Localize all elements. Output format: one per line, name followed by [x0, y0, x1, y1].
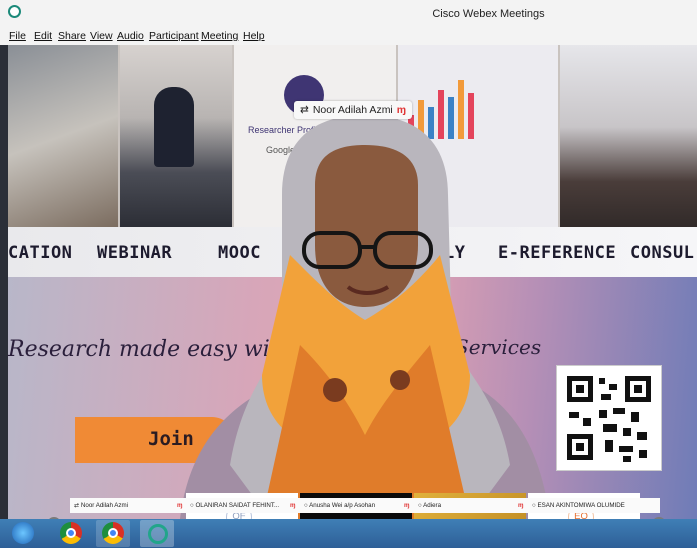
participant-name: Adiera [423, 502, 442, 509]
taskbar-item-webex[interactable] [140, 520, 174, 547]
menu-share[interactable]: Share [58, 30, 86, 42]
participant-name-label: ○ Anusha Wei a/p Asohan [304, 502, 376, 509]
menu-bar: File Edit Share View Audio Participant M… [0, 26, 697, 45]
start-button-icon[interactable] [12, 522, 34, 544]
sharing-icon: ⇄ [300, 104, 309, 116]
presenter-name-tag: ⇄ Noor Adilah Azmi ɱ [294, 101, 413, 119]
participant-name-label: ○ OLANIRAN SAIDAT FEHINT... [190, 502, 280, 509]
chrome-icon[interactable] [102, 522, 124, 544]
muted-mic-icon: ɱ [290, 502, 296, 509]
menu-participant[interactable]: Participant [149, 30, 199, 42]
menu-view[interactable]: View [90, 30, 113, 42]
participant-name-label: ○ ESAN AKINTOMIWA OLUMIDE [532, 502, 625, 509]
window-title: Cisco Webex Meetings [432, 8, 545, 20]
participant-name-label: ○ Adiera [418, 502, 442, 509]
self-name-label: ⇄ Noor Adilah Azmi [74, 502, 129, 509]
menu-edit[interactable]: Edit [34, 30, 52, 42]
participant-name: ESAN AKINTOMIWA OLUMIDE [537, 502, 625, 509]
menu-help[interactable]: Help [243, 30, 265, 42]
menu-meeting[interactable]: Meeting [201, 30, 238, 42]
presenter-name: Noor Adilah Azmi [312, 104, 393, 116]
title-bar: Cisco Webex Meetings [0, 0, 697, 26]
participant-name: Anusha Wei a/p Asohan [309, 502, 376, 509]
participant-name: Noor Adilah Azmi [80, 502, 129, 509]
muted-mic-icon: ɱ [518, 502, 524, 509]
muted-mic-icon: ɱ [396, 104, 407, 116]
chrome-icon[interactable] [60, 522, 82, 544]
taskbar [0, 519, 697, 548]
video-stage: Researcher Profile Google Scho CATION WE… [0, 45, 697, 519]
participant-name: OLANIRAN SAIDAT FEHINT... [195, 502, 280, 509]
muted-mic-icon: ɱ [177, 502, 183, 509]
menu-audio[interactable]: Audio [117, 30, 144, 42]
webex-icon [148, 524, 168, 544]
participant-name-strip: ⇄ Noor Adilah Azmi ɱ ○ OLANIRAN SAIDAT F… [70, 498, 660, 513]
muted-mic-icon: ɱ [404, 502, 410, 509]
menu-file[interactable]: File [9, 30, 26, 42]
